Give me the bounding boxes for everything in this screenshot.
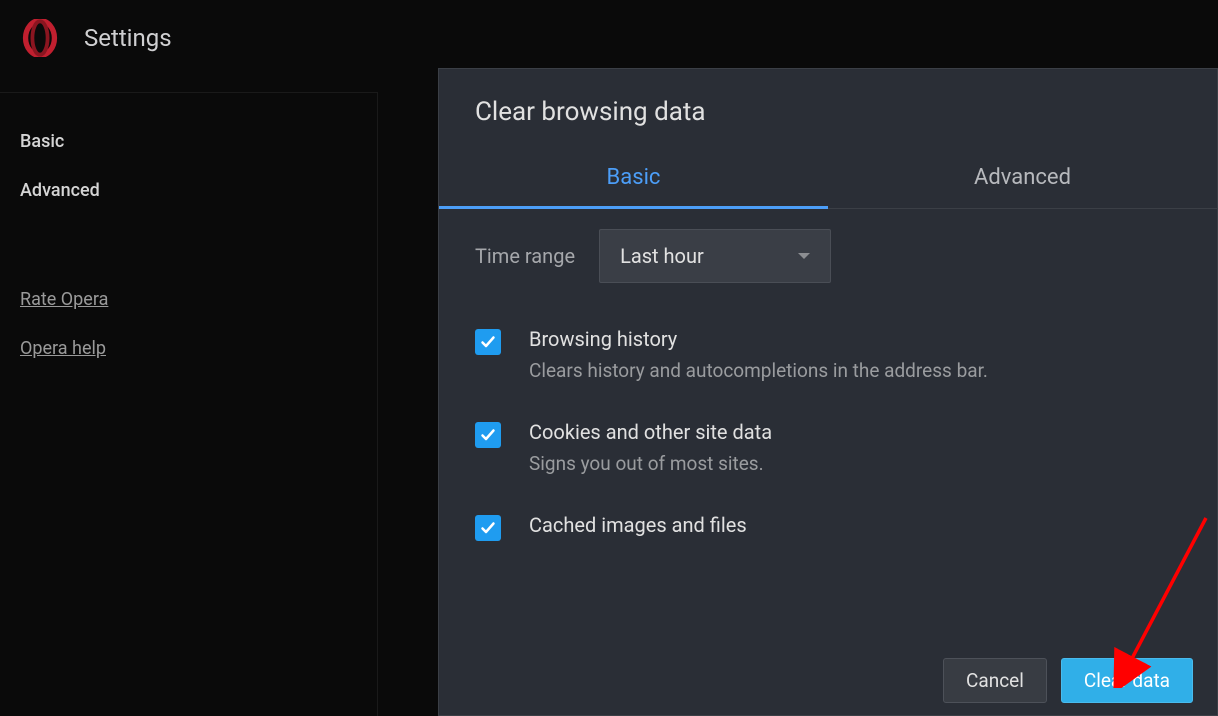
time-range-select[interactable]: Last hour xyxy=(599,229,831,283)
option-text: Cookies and other site data Signs you ou… xyxy=(529,420,772,475)
sidebar-item-basic[interactable]: Basic xyxy=(20,117,357,166)
option-title: Cookies and other site data xyxy=(529,420,772,444)
option-title: Browsing history xyxy=(529,327,988,351)
checkmark-icon xyxy=(480,427,496,443)
option-title: Cached images and files xyxy=(529,513,747,537)
checkbox-browsing-history[interactable] xyxy=(475,329,501,355)
time-range-label: Time range xyxy=(475,244,575,268)
header: Settings xyxy=(0,0,1218,76)
option-text: Browsing history Clears history and auto… xyxy=(529,327,988,382)
dialog-title: Clear browsing data xyxy=(439,69,1217,151)
opera-logo-icon xyxy=(20,18,60,58)
option-desc: Signs you out of most sites. xyxy=(529,452,772,475)
option-cookies: Cookies and other site data Signs you ou… xyxy=(475,420,1181,475)
sidebar-item-advanced[interactable]: Advanced xyxy=(20,166,357,215)
option-text: Cached images and files xyxy=(529,513,747,537)
sidebar-link-opera-help[interactable]: Opera help xyxy=(20,324,357,373)
page-title: Settings xyxy=(84,24,172,52)
cancel-button[interactable]: Cancel xyxy=(943,658,1047,703)
sidebar: Basic Advanced Rate Opera Opera help xyxy=(0,92,378,716)
chevron-down-icon xyxy=(798,253,810,259)
sidebar-links: Rate Opera Opera help xyxy=(20,275,357,373)
time-range-value: Last hour xyxy=(620,244,704,268)
tab-advanced[interactable]: Advanced xyxy=(828,151,1217,208)
dialog-body: Time range Last hour Browsing history Cl… xyxy=(439,209,1217,541)
option-cached: Cached images and files xyxy=(475,513,1181,541)
option-desc: Clears history and autocompletions in th… xyxy=(529,359,988,382)
checkbox-cached[interactable] xyxy=(475,515,501,541)
checkbox-cookies[interactable] xyxy=(475,422,501,448)
tab-basic[interactable]: Basic xyxy=(439,151,828,208)
checkmark-icon xyxy=(480,520,496,536)
clear-browsing-data-dialog: Clear browsing data Basic Advanced Time … xyxy=(438,68,1218,716)
checkmark-icon xyxy=(480,334,496,350)
dialog-tabs: Basic Advanced xyxy=(439,151,1217,209)
dialog-footer: Cancel Clear data xyxy=(943,658,1193,703)
clear-data-button[interactable]: Clear data xyxy=(1061,658,1193,703)
time-range-row: Time range Last hour xyxy=(475,229,1181,283)
option-browsing-history: Browsing history Clears history and auto… xyxy=(475,327,1181,382)
sidebar-link-rate-opera[interactable]: Rate Opera xyxy=(20,275,357,324)
